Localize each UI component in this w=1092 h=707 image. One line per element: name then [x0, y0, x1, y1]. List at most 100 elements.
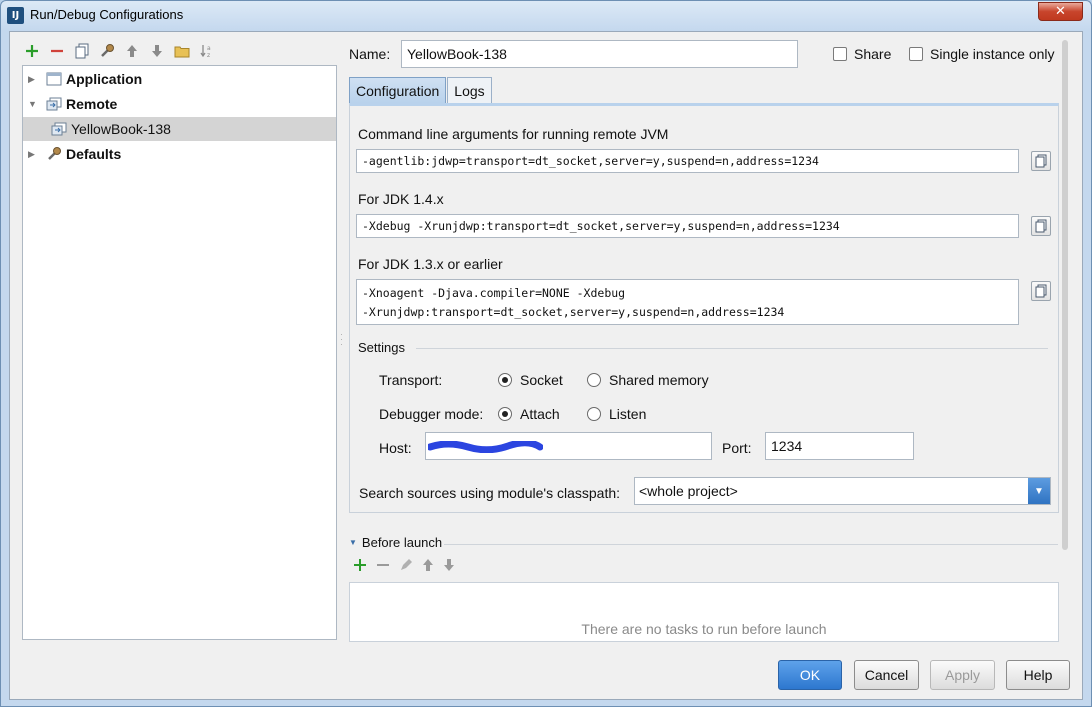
- vertical-scrollbar[interactable]: [1061, 32, 1069, 640]
- expand-arrow-icon[interactable]: ▶: [28, 74, 40, 85]
- add-icon[interactable]: [22, 42, 41, 61]
- cancel-button[interactable]: Cancel: [854, 660, 919, 690]
- jdk14-field[interactable]: -Xdebug -Xrunjdwp:transport=dt_socket,se…: [356, 214, 1019, 238]
- wrench-icon[interactable]: [97, 42, 116, 61]
- expand-arrow-icon[interactable]: ▶: [28, 149, 40, 160]
- module-classpath-value: <whole project>: [639, 483, 738, 499]
- jdk13-line-2: -Xrunjdwp:transport=dt_socket,server=y,s…: [362, 304, 785, 319]
- move-down-icon[interactable]: [147, 42, 166, 61]
- module-classpath-dropdown[interactable]: <whole project> ▼: [634, 477, 1051, 505]
- transport-shared-memory-radio[interactable]: Shared memory: [587, 372, 709, 388]
- radio-button-circle[interactable]: [498, 407, 512, 421]
- tree-item-label: Remote: [66, 96, 118, 112]
- transport-shared-label: Shared memory: [609, 372, 709, 388]
- configuration-tree[interactable]: ▶ Application ▼ Remote YellowBook-138 ▶ …: [22, 65, 337, 640]
- copy-icon[interactable]: [72, 42, 91, 61]
- copy-jdk13-button[interactable]: [1031, 281, 1051, 301]
- configuration-panel: Command line arguments for running remot…: [349, 103, 1059, 513]
- tree-item-application[interactable]: ▶ Application: [23, 67, 336, 91]
- debugger-listen-radio[interactable]: Listen: [587, 406, 646, 422]
- transport-socket-label: Socket: [520, 372, 563, 388]
- window-title: Run/Debug Configurations: [30, 7, 184, 22]
- apply-button[interactable]: Apply: [930, 660, 995, 690]
- debugger-attach-radio[interactable]: Attach: [498, 406, 560, 422]
- close-button[interactable]: ✕: [1038, 2, 1083, 21]
- transport-socket-radio[interactable]: Socket: [498, 372, 563, 388]
- title-bar[interactable]: IJ Run/Debug Configurations ✕: [1, 1, 1091, 31]
- copy-cmdline-button[interactable]: [1031, 151, 1051, 171]
- dialog-client: az ▶ Application ▼ Remote YellowBook-138…: [9, 31, 1083, 700]
- radio-button-circle[interactable]: [587, 373, 601, 387]
- move-up-icon[interactable]: [122, 42, 141, 61]
- radio-button-circle[interactable]: [498, 373, 512, 387]
- svg-text:a: a: [207, 45, 211, 52]
- settings-heading: Settings: [358, 340, 405, 355]
- application-icon: [45, 71, 63, 87]
- tree-item-label: Application: [66, 71, 143, 87]
- redaction-scribble: [428, 441, 543, 453]
- transport-label: Transport:: [379, 372, 443, 388]
- tab-strip: Configuration Logs: [349, 77, 493, 103]
- remove-task-icon[interactable]: [376, 558, 390, 575]
- host-input[interactable]: [425, 432, 712, 460]
- wrench-icon: [45, 146, 63, 162]
- port-label: Port:: [722, 440, 752, 456]
- before-launch-label: Before launch: [361, 535, 443, 550]
- ok-button[interactable]: OK: [778, 660, 842, 690]
- chevron-down-icon[interactable]: ▼: [1028, 478, 1050, 504]
- remove-icon[interactable]: [47, 42, 66, 61]
- before-launch-toggle[interactable]: ▼ Before launch: [349, 535, 442, 550]
- collapse-arrow-icon[interactable]: ▼: [28, 99, 40, 109]
- jdk13-field[interactable]: -Xnoagent -Djava.compiler=NONE -Xdebug -…: [356, 279, 1019, 325]
- edit-task-icon[interactable]: [399, 558, 413, 575]
- splitter-handle[interactable]: · · ·: [340, 330, 344, 349]
- cmdline-field[interactable]: -agentlib:jdwp=transport=dt_socket,serve…: [356, 149, 1019, 173]
- add-task-icon[interactable]: [353, 558, 367, 575]
- name-label: Name:: [349, 46, 391, 62]
- dialog-window: IJ Run/Debug Configurations ✕ a z ▶ Appl…: [0, 0, 1092, 707]
- before-launch-toolbar: [353, 558, 455, 575]
- share-checkbox-box[interactable]: [833, 47, 847, 61]
- remote-config-icon: [50, 121, 68, 137]
- copy-icon: [1035, 284, 1047, 298]
- tree-item-remote[interactable]: ▼ Remote: [23, 92, 336, 116]
- move-down-icon[interactable]: [443, 558, 455, 575]
- debugger-listen-label: Listen: [609, 406, 647, 422]
- scrollbar-thumb[interactable]: [1062, 40, 1068, 550]
- sort-icon[interactable]: az: [197, 42, 216, 61]
- tree-toolbar: az: [22, 40, 216, 62]
- intellij-app-icon: IJ: [7, 7, 24, 24]
- tree-item-label: Defaults: [66, 146, 122, 162]
- help-button[interactable]: Help: [1006, 660, 1070, 690]
- radio-selected-dot: [502, 377, 508, 383]
- copy-jdk14-button[interactable]: [1031, 216, 1051, 236]
- name-input[interactable]: YellowBook-138: [401, 40, 798, 68]
- tab-logs[interactable]: Logs: [447, 77, 492, 103]
- jdk14-label: For JDK 1.4.x: [358, 191, 444, 207]
- cmdline-label: Command line arguments for running remot…: [358, 126, 669, 142]
- jdk13-line-1: -Xnoagent -Djava.compiler=NONE -Xdebug: [362, 285, 626, 300]
- single-instance-label: Single instance only: [930, 46, 1055, 62]
- share-label: Share: [854, 46, 892, 62]
- debugger-mode-label: Debugger mode:: [379, 406, 484, 422]
- folder-icon[interactable]: [172, 42, 191, 61]
- share-checkbox[interactable]: Share: [833, 46, 891, 62]
- collapse-triangle-icon: ▼: [349, 538, 357, 547]
- port-input[interactable]: 1234: [765, 432, 914, 460]
- tree-item-defaults[interactable]: ▶ Defaults: [23, 142, 336, 166]
- single-instance-checkbox-box[interactable]: [909, 47, 923, 61]
- move-up-icon[interactable]: [422, 558, 434, 575]
- before-launch-separator: [444, 544, 1058, 545]
- tree-item-label: YellowBook-138: [71, 121, 171, 137]
- tree-item-yellowbook-138[interactable]: YellowBook-138: [23, 117, 336, 141]
- tab-configuration[interactable]: Configuration: [349, 77, 447, 103]
- search-sources-label: Search sources using module's classpath:: [359, 485, 621, 501]
- radio-button-circle[interactable]: [587, 407, 601, 421]
- copy-icon: [1035, 219, 1047, 233]
- radio-selected-dot: [502, 411, 508, 417]
- copy-icon: [1035, 154, 1047, 168]
- before-launch-task-list[interactable]: There are no tasks to run before launch: [349, 582, 1059, 642]
- single-instance-checkbox[interactable]: Single instance only: [909, 46, 1055, 62]
- remote-icon: [45, 96, 63, 112]
- jdk13-label: For JDK 1.3.x or earlier: [358, 256, 503, 272]
